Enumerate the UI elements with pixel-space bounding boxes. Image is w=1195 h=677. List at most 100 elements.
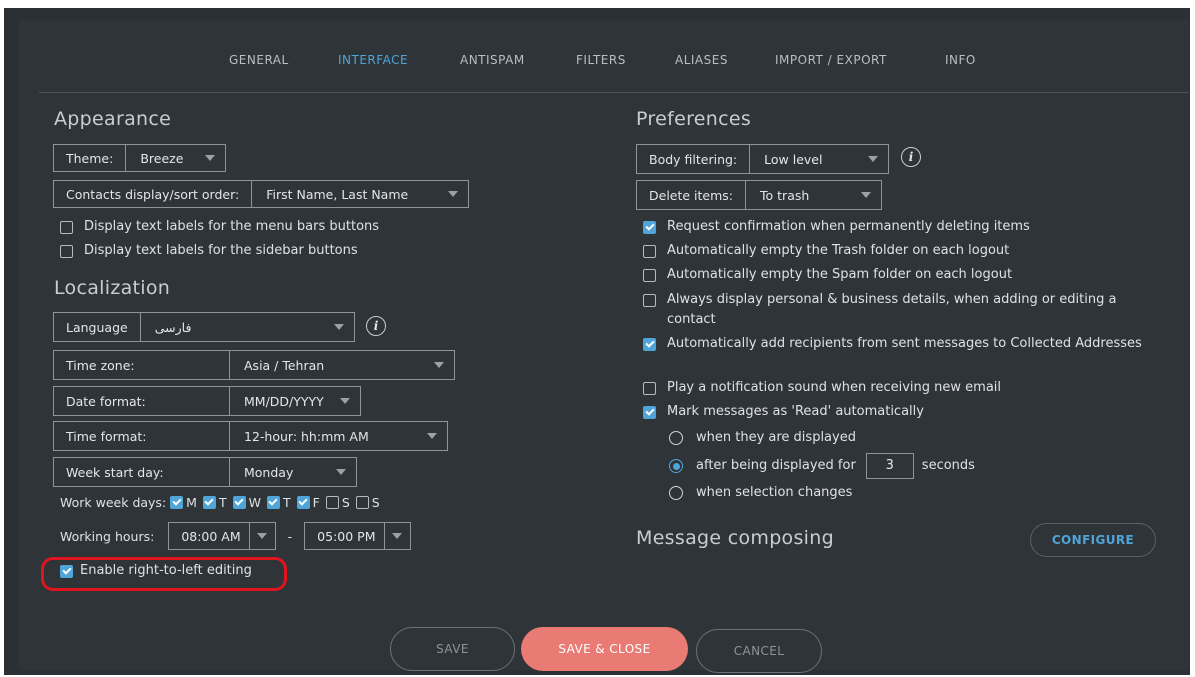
cancel-button[interactable]: CANCEL	[696, 629, 822, 673]
day-checkbox[interactable]	[355, 496, 369, 509]
day-saturday[interactable]: S	[325, 495, 350, 510]
sidebar-labels-checkbox[interactable]	[60, 245, 73, 258]
chevron-down-icon	[336, 469, 346, 475]
day-checkbox[interactable]	[296, 496, 310, 509]
preferences-dialog: GENERAL INTERFACE ANTISPAM FILTERS ALIAS…	[19, 20, 1189, 673]
tab-aliases[interactable]: ALIASES	[675, 53, 728, 67]
confirm-delete-checkbox[interactable]	[643, 221, 656, 234]
time-format-value: 12-hour: hh:mm AM	[244, 428, 369, 444]
read-after-delay-text: after being displayed for	[696, 458, 856, 473]
hours-separator: -	[287, 528, 293, 544]
contacts-order-select[interactable]: Contacts display/sort order: First Name,…	[53, 180, 469, 208]
end-time-value: 05:00 PM	[317, 528, 376, 544]
app-backdrop: GENERAL INTERFACE ANTISPAM FILTERS ALIAS…	[4, 8, 1190, 675]
tab-general[interactable]: GENERAL	[229, 53, 289, 67]
day-checkbox[interactable]	[325, 496, 339, 509]
start-time-value: 08:00 AM	[181, 528, 241, 544]
display-details-checkbox[interactable]	[643, 294, 656, 307]
date-format-select[interactable]: Date format: MM/DD/YYYY	[53, 386, 361, 416]
read-on-selection-radio[interactable]	[669, 486, 683, 500]
working-hours: Working hours: 08:00 AM - 05:00 PM	[60, 522, 411, 550]
tab-antispam[interactable]: ANTISPAM	[460, 53, 525, 67]
tab-import-export[interactable]: IMPORT / EXPORT	[775, 53, 887, 67]
day-checkbox[interactable]	[202, 496, 216, 509]
read-when-displayed-radio[interactable]	[669, 431, 683, 445]
start-time-select[interactable]: 08:00 AM	[168, 522, 276, 550]
date-format-value: MM/DD/YYYY	[244, 393, 324, 409]
mark-read-checkbox[interactable]	[643, 406, 656, 419]
day-sunday[interactable]: S	[355, 495, 380, 510]
day-monday[interactable]: M	[170, 495, 197, 510]
mark-read-text: Mark messages as 'Read' automatically	[667, 404, 924, 419]
time-format-select[interactable]: Time format: 12-hour: hh:mm AM	[53, 421, 448, 451]
display-details-option[interactable]: Always display personal & business detai…	[643, 290, 1163, 330]
save-button[interactable]: SAVE	[390, 627, 515, 671]
chevron-down-icon	[427, 433, 437, 439]
theme-select[interactable]: Theme: Breeze	[53, 144, 226, 172]
collect-recipients-checkbox[interactable]	[643, 338, 656, 351]
mark-read-option[interactable]: Mark messages as 'Read' automatically	[643, 402, 1163, 422]
work-week-days: Work week days: M T W T F S S	[60, 495, 386, 510]
menu-labels-option[interactable]: Display text labels for the menu bars bu…	[60, 217, 379, 237]
body-filtering-select[interactable]: Body filtering: Low level	[636, 144, 889, 174]
day-friday[interactable]: F	[296, 495, 320, 510]
day-checkbox[interactable]	[170, 496, 184, 509]
delay-seconds-input[interactable]: 3	[865, 453, 914, 479]
language-info-icon[interactable]: i	[366, 316, 386, 336]
timezone-label: Time zone:	[54, 351, 230, 379]
read-when-displayed-text: when they are displayed	[696, 430, 856, 445]
day-tuesday[interactable]: T	[202, 495, 227, 510]
empty-spam-text: Automatically empty the Spam folder on e…	[667, 267, 1013, 282]
language-select[interactable]: Language فارسی	[53, 312, 355, 342]
composing-heading: Message composing	[636, 527, 834, 549]
empty-trash-checkbox[interactable]	[643, 245, 656, 258]
time-format-label: Time format:	[54, 422, 230, 450]
chevron-down-icon	[257, 533, 268, 539]
read-on-selection-option[interactable]: when selection changes	[669, 483, 852, 503]
sidebar-labels-option[interactable]: Display text labels for the sidebar butt…	[60, 241, 358, 261]
language-label: Language	[54, 313, 141, 341]
chevron-down-icon	[434, 362, 444, 368]
read-after-delay-radio[interactable]	[669, 459, 683, 473]
theme-value: Breeze	[140, 150, 184, 166]
tab-interface[interactable]: INTERFACE	[338, 53, 408, 67]
chevron-down-icon	[448, 191, 458, 197]
language-value: فارسی	[154, 319, 192, 335]
confirm-delete-option[interactable]: Request confirmation when permanently de…	[643, 217, 1163, 237]
empty-trash-option[interactable]: Automatically empty the Trash folder on …	[643, 241, 1163, 261]
save-close-button[interactable]: SAVE & CLOSE	[521, 627, 688, 671]
timezone-select[interactable]: Time zone: Asia / Tehran	[53, 350, 455, 380]
tab-bar: GENERAL INTERFACE ANTISPAM FILTERS ALIAS…	[19, 20, 1189, 93]
read-when-displayed-option[interactable]: when they are displayed	[669, 428, 856, 448]
empty-spam-checkbox[interactable]	[643, 269, 656, 282]
menu-labels-text: Display text labels for the menu bars bu…	[84, 219, 380, 234]
sidebar-labels-text: Display text labels for the sidebar butt…	[84, 243, 358, 258]
delete-items-label: Delete items:	[637, 181, 747, 209]
chevron-down-icon	[861, 192, 871, 198]
chevron-down-icon	[868, 156, 878, 162]
delete-items-value: To trash	[760, 187, 810, 203]
configure-button[interactable]: CONFIGURE	[1030, 523, 1156, 557]
confirm-delete-text: Request confirmation when permanently de…	[667, 219, 1030, 234]
day-thursday[interactable]: T	[266, 495, 291, 510]
read-after-delay-option[interactable]: after being displayed for 3 seconds	[669, 453, 975, 479]
end-time-select[interactable]: 05:00 PM	[304, 522, 411, 550]
tab-info[interactable]: INFO	[945, 53, 976, 67]
read-on-selection-text: when selection changes	[696, 485, 853, 500]
rtl-highlight-annotation	[41, 557, 287, 591]
body-filtering-info-icon[interactable]: i	[901, 147, 921, 167]
tab-filters[interactable]: FILTERS	[576, 53, 626, 67]
collect-recipients-text: Automatically add recipients from sent m…	[667, 336, 1142, 351]
delete-items-select[interactable]: Delete items: To trash	[636, 180, 882, 210]
day-checkbox[interactable]	[266, 496, 280, 509]
week-start-select[interactable]: Week start day: Monday	[53, 457, 357, 487]
notification-sound-option[interactable]: Play a notification sound when receiving…	[643, 378, 1163, 398]
notification-sound-checkbox[interactable]	[643, 382, 656, 395]
date-format-label: Date format:	[54, 387, 230, 415]
week-start-label: Week start day:	[54, 458, 230, 486]
empty-spam-option[interactable]: Automatically empty the Spam folder on e…	[643, 265, 1163, 285]
day-checkbox[interactable]	[232, 496, 246, 509]
day-wednesday[interactable]: W	[232, 495, 261, 510]
collect-recipients-option[interactable]: Automatically add recipients from sent m…	[643, 334, 1163, 354]
menu-labels-checkbox[interactable]	[60, 221, 73, 234]
